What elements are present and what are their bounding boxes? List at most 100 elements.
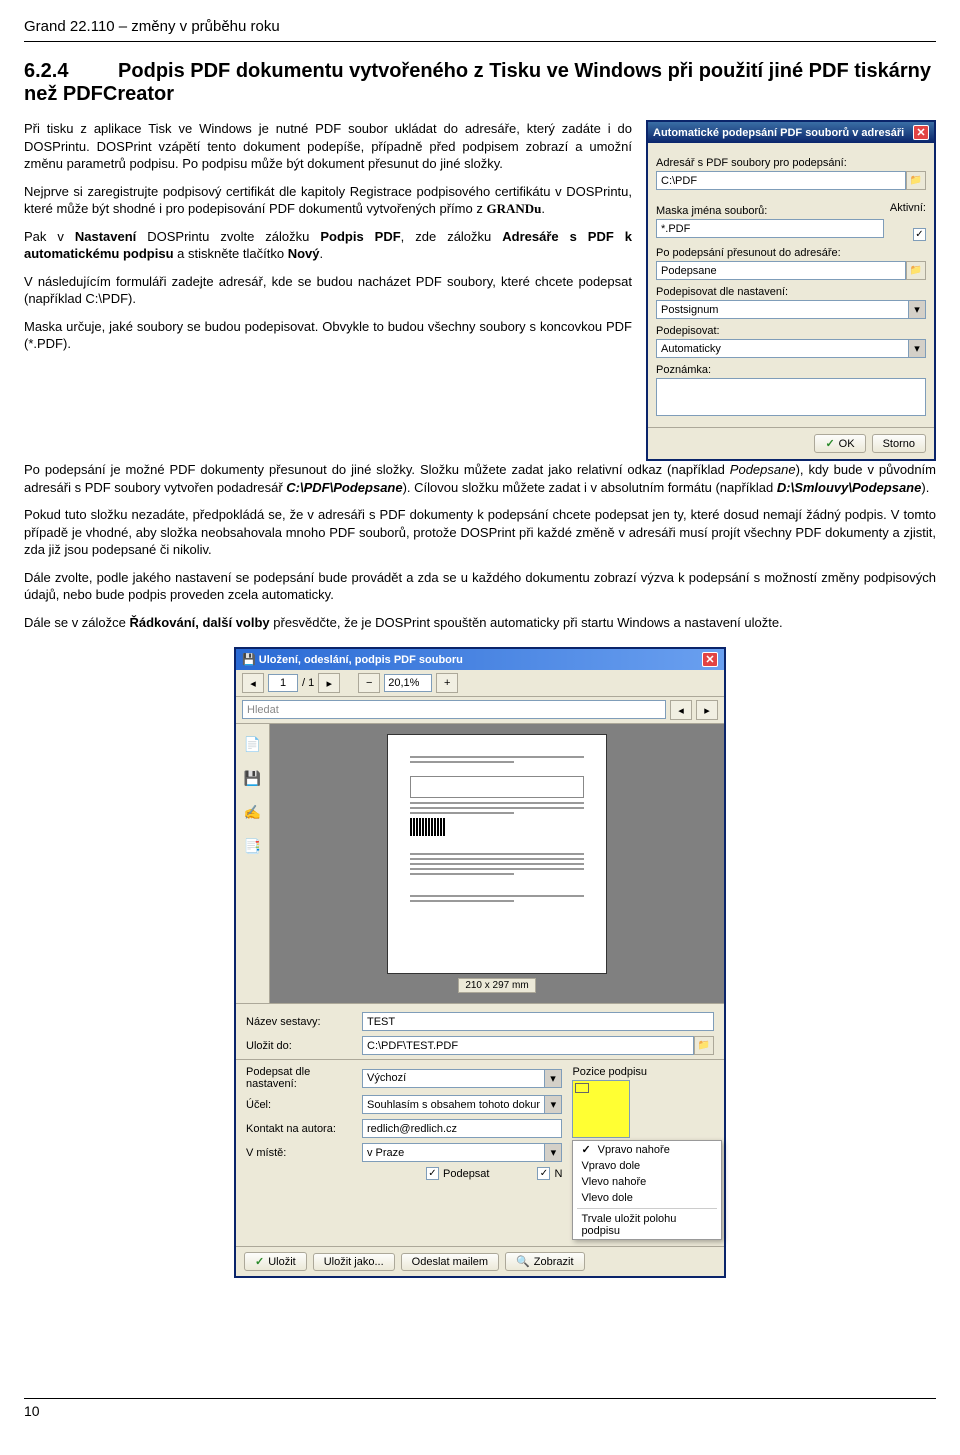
dialog1-title-text: Automatické podepsání PDF souborů v adre…	[653, 127, 904, 139]
paragraph-6: Po podepsání je možné PDF dokumenty přes…	[24, 461, 936, 496]
sign-icon[interactable]: ✍️	[241, 800, 265, 824]
dialog2-titlebar[interactable]: 💾 Uložení, odeslání, podpis PDF souboru …	[236, 649, 724, 670]
textarea-poznamka[interactable]	[656, 378, 926, 416]
chevron-down-icon-4[interactable]: ▾	[545, 1095, 562, 1114]
p6a: Po podepsání je možné PDF dokumenty přes…	[24, 462, 730, 477]
lbl-podepsatdle: Podepsat dle nastavení:	[246, 1066, 356, 1090]
page-total-label: / 1	[302, 677, 314, 689]
lbl-aktivni: Aktivní:	[890, 202, 926, 214]
p6c: ). Cílovou složku můžete zadat i v absol…	[403, 480, 777, 495]
p2-tail: .	[541, 201, 545, 216]
checkbox-aktivni[interactable]: ✓	[913, 228, 926, 241]
storno-button[interactable]: Storno	[872, 434, 926, 453]
i-dsml: D:\Smlouvy\Podepsane	[777, 480, 921, 495]
search-input[interactable]	[242, 700, 666, 719]
p3c: , zde záložku	[401, 229, 503, 244]
prev-page-icon[interactable]: ◂	[242, 673, 264, 693]
zobrazit-button[interactable]: 🔍 Zobrazit	[505, 1252, 584, 1271]
close-icon[interactable]: ✕	[913, 125, 929, 140]
section-number: 6.2.4	[24, 60, 68, 82]
lbl-vmiste: V místě:	[246, 1147, 356, 1159]
position-context-menu: Vpravo nahoře Vpravo dole Vlevo nahoře V…	[572, 1140, 722, 1240]
select-ucel[interactable]	[362, 1095, 545, 1114]
browse-folder-icon-3[interactable]: 📁	[694, 1036, 714, 1055]
section-title-text: Podpis PDF dokumentu vytvořeného z Tisku…	[24, 60, 931, 105]
browse-folder-icon-2[interactable]: 📁	[906, 261, 926, 280]
search-prev-icon[interactable]: ◂	[670, 700, 692, 720]
lbl-maska: Maska jména souborů:	[656, 205, 884, 217]
check-icon-2: ✓	[255, 1255, 264, 1268]
zobrazit-label: Zobrazit	[534, 1256, 574, 1268]
lbl-ucel: Účel:	[246, 1099, 356, 1111]
p6d: ).	[921, 480, 929, 495]
magnifier-icon: 🔍	[516, 1255, 530, 1268]
next-page-icon[interactable]: ▸	[318, 673, 340, 693]
menu-item-vlevo-dole[interactable]: Vlevo dole	[573, 1190, 721, 1206]
ok-button[interactable]: ✓OK	[814, 434, 865, 453]
ok-label: OK	[839, 438, 855, 450]
dialog2-toolbar: ◂ / 1 ▸ − +	[236, 670, 724, 697]
input-adresar[interactable]	[656, 171, 906, 190]
dialog-save-send-sign: 💾 Uložení, odeslání, podpis PDF souboru …	[234, 647, 726, 1278]
ulozit-label: Uložit	[268, 1256, 296, 1268]
page-icon[interactable]: 📄	[241, 732, 265, 756]
page-size-label: 210 x 297 mm	[458, 978, 535, 993]
checkbox-podepsat[interactable]: ✓	[426, 1167, 439, 1180]
lbl-adresar: Adresář s PDF soubory pro podepsání:	[656, 157, 926, 169]
ulozit-jako-button[interactable]: Uložit jako...	[313, 1253, 395, 1271]
pdf-preview-area: 210 x 297 mm	[270, 724, 724, 1003]
zoom-input[interactable]	[384, 674, 432, 692]
chk-podepsat-label: Podepsat	[443, 1168, 489, 1180]
menu-item-trvale-ulozit[interactable]: Trvale uložit polohu podpisu	[573, 1211, 721, 1239]
search-next-icon[interactable]: ▸	[696, 700, 718, 720]
lbl-kontakt: Kontakt na autora:	[246, 1123, 356, 1135]
input-kontakt[interactable]	[362, 1119, 562, 1138]
lbl-pozice: Pozice podpisu	[572, 1066, 722, 1078]
select-podepsatdle[interactable]	[362, 1069, 545, 1088]
p9b: přesvědčte, že je DOSPrint spouštěn auto…	[270, 615, 783, 630]
p3b: DOSPrintu zvolte záložku	[136, 229, 320, 244]
b-podpispdf: Podpis PDF	[320, 229, 400, 244]
zoom-in-icon[interactable]: +	[436, 673, 458, 693]
page-footer: 10	[24, 1398, 936, 1419]
select-podepisovat[interactable]	[656, 339, 909, 358]
lbl-nazev: Název sestavy:	[246, 1016, 356, 1028]
lbl-poznamka: Poznámka:	[656, 364, 926, 376]
lbl-ulozitdo: Uložit do:	[246, 1040, 356, 1052]
paragraph-5: Maska určuje, jaké soubory se budou pode…	[24, 318, 632, 353]
signature-position-preview[interactable]	[572, 1080, 630, 1138]
odeslat-mailem-button[interactable]: Odeslat mailem	[401, 1253, 499, 1271]
dialog1-titlebar[interactable]: Automatické podepsání PDF souborů v adre…	[648, 122, 934, 143]
zoom-out-icon[interactable]: −	[358, 673, 380, 693]
select-dle[interactable]	[656, 300, 909, 319]
lbl-dle: Podepisovat dle nastavení:	[656, 286, 926, 298]
input-nazev[interactable]	[362, 1012, 714, 1031]
b-nastaveni: Nastavení	[75, 229, 136, 244]
pdf-page-preview	[387, 734, 607, 974]
save-icon[interactable]: 💾	[241, 766, 265, 790]
chevron-down-icon[interactable]: ▾	[909, 300, 926, 319]
chevron-down-icon-2[interactable]: ▾	[909, 339, 926, 358]
paragraph-7: Pokud tuto složku nezadáte, předpokládá …	[24, 506, 936, 559]
paragraph-9: Dále se v záložce Řádkování, další volby…	[24, 614, 936, 632]
checkbox-n[interactable]: ✓	[537, 1167, 550, 1180]
paragraph-4: V následujícím formuláři zadejte adresář…	[24, 273, 632, 308]
header-rule	[24, 41, 936, 42]
chevron-down-icon-5[interactable]: ▾	[545, 1143, 562, 1162]
input-maska[interactable]	[656, 219, 884, 238]
input-presunout[interactable]	[656, 261, 906, 280]
input-ulozitdo[interactable]	[362, 1036, 694, 1055]
close-icon-2[interactable]: ✕	[702, 652, 718, 667]
ulozit-button[interactable]: ✓ Uložit	[244, 1252, 307, 1271]
menu-item-vpravo-dole[interactable]: Vpravo dole	[573, 1158, 721, 1174]
browse-folder-icon[interactable]: 📁	[906, 171, 926, 190]
page-number-input[interactable]	[268, 674, 298, 692]
select-vmiste[interactable]	[362, 1143, 545, 1162]
p3a: Pak v	[24, 229, 75, 244]
body-text-column: Při tisku z aplikace Tisk ve Windows je …	[24, 120, 632, 461]
document-icon[interactable]: 📑	[241, 834, 265, 858]
page-number: 10	[24, 1403, 40, 1419]
chevron-down-icon-3[interactable]: ▾	[545, 1069, 562, 1088]
menu-item-vlevo-nahore[interactable]: Vlevo nahoře	[573, 1174, 721, 1190]
menu-item-vpravo-nahore[interactable]: Vpravo nahoře	[573, 1141, 721, 1158]
